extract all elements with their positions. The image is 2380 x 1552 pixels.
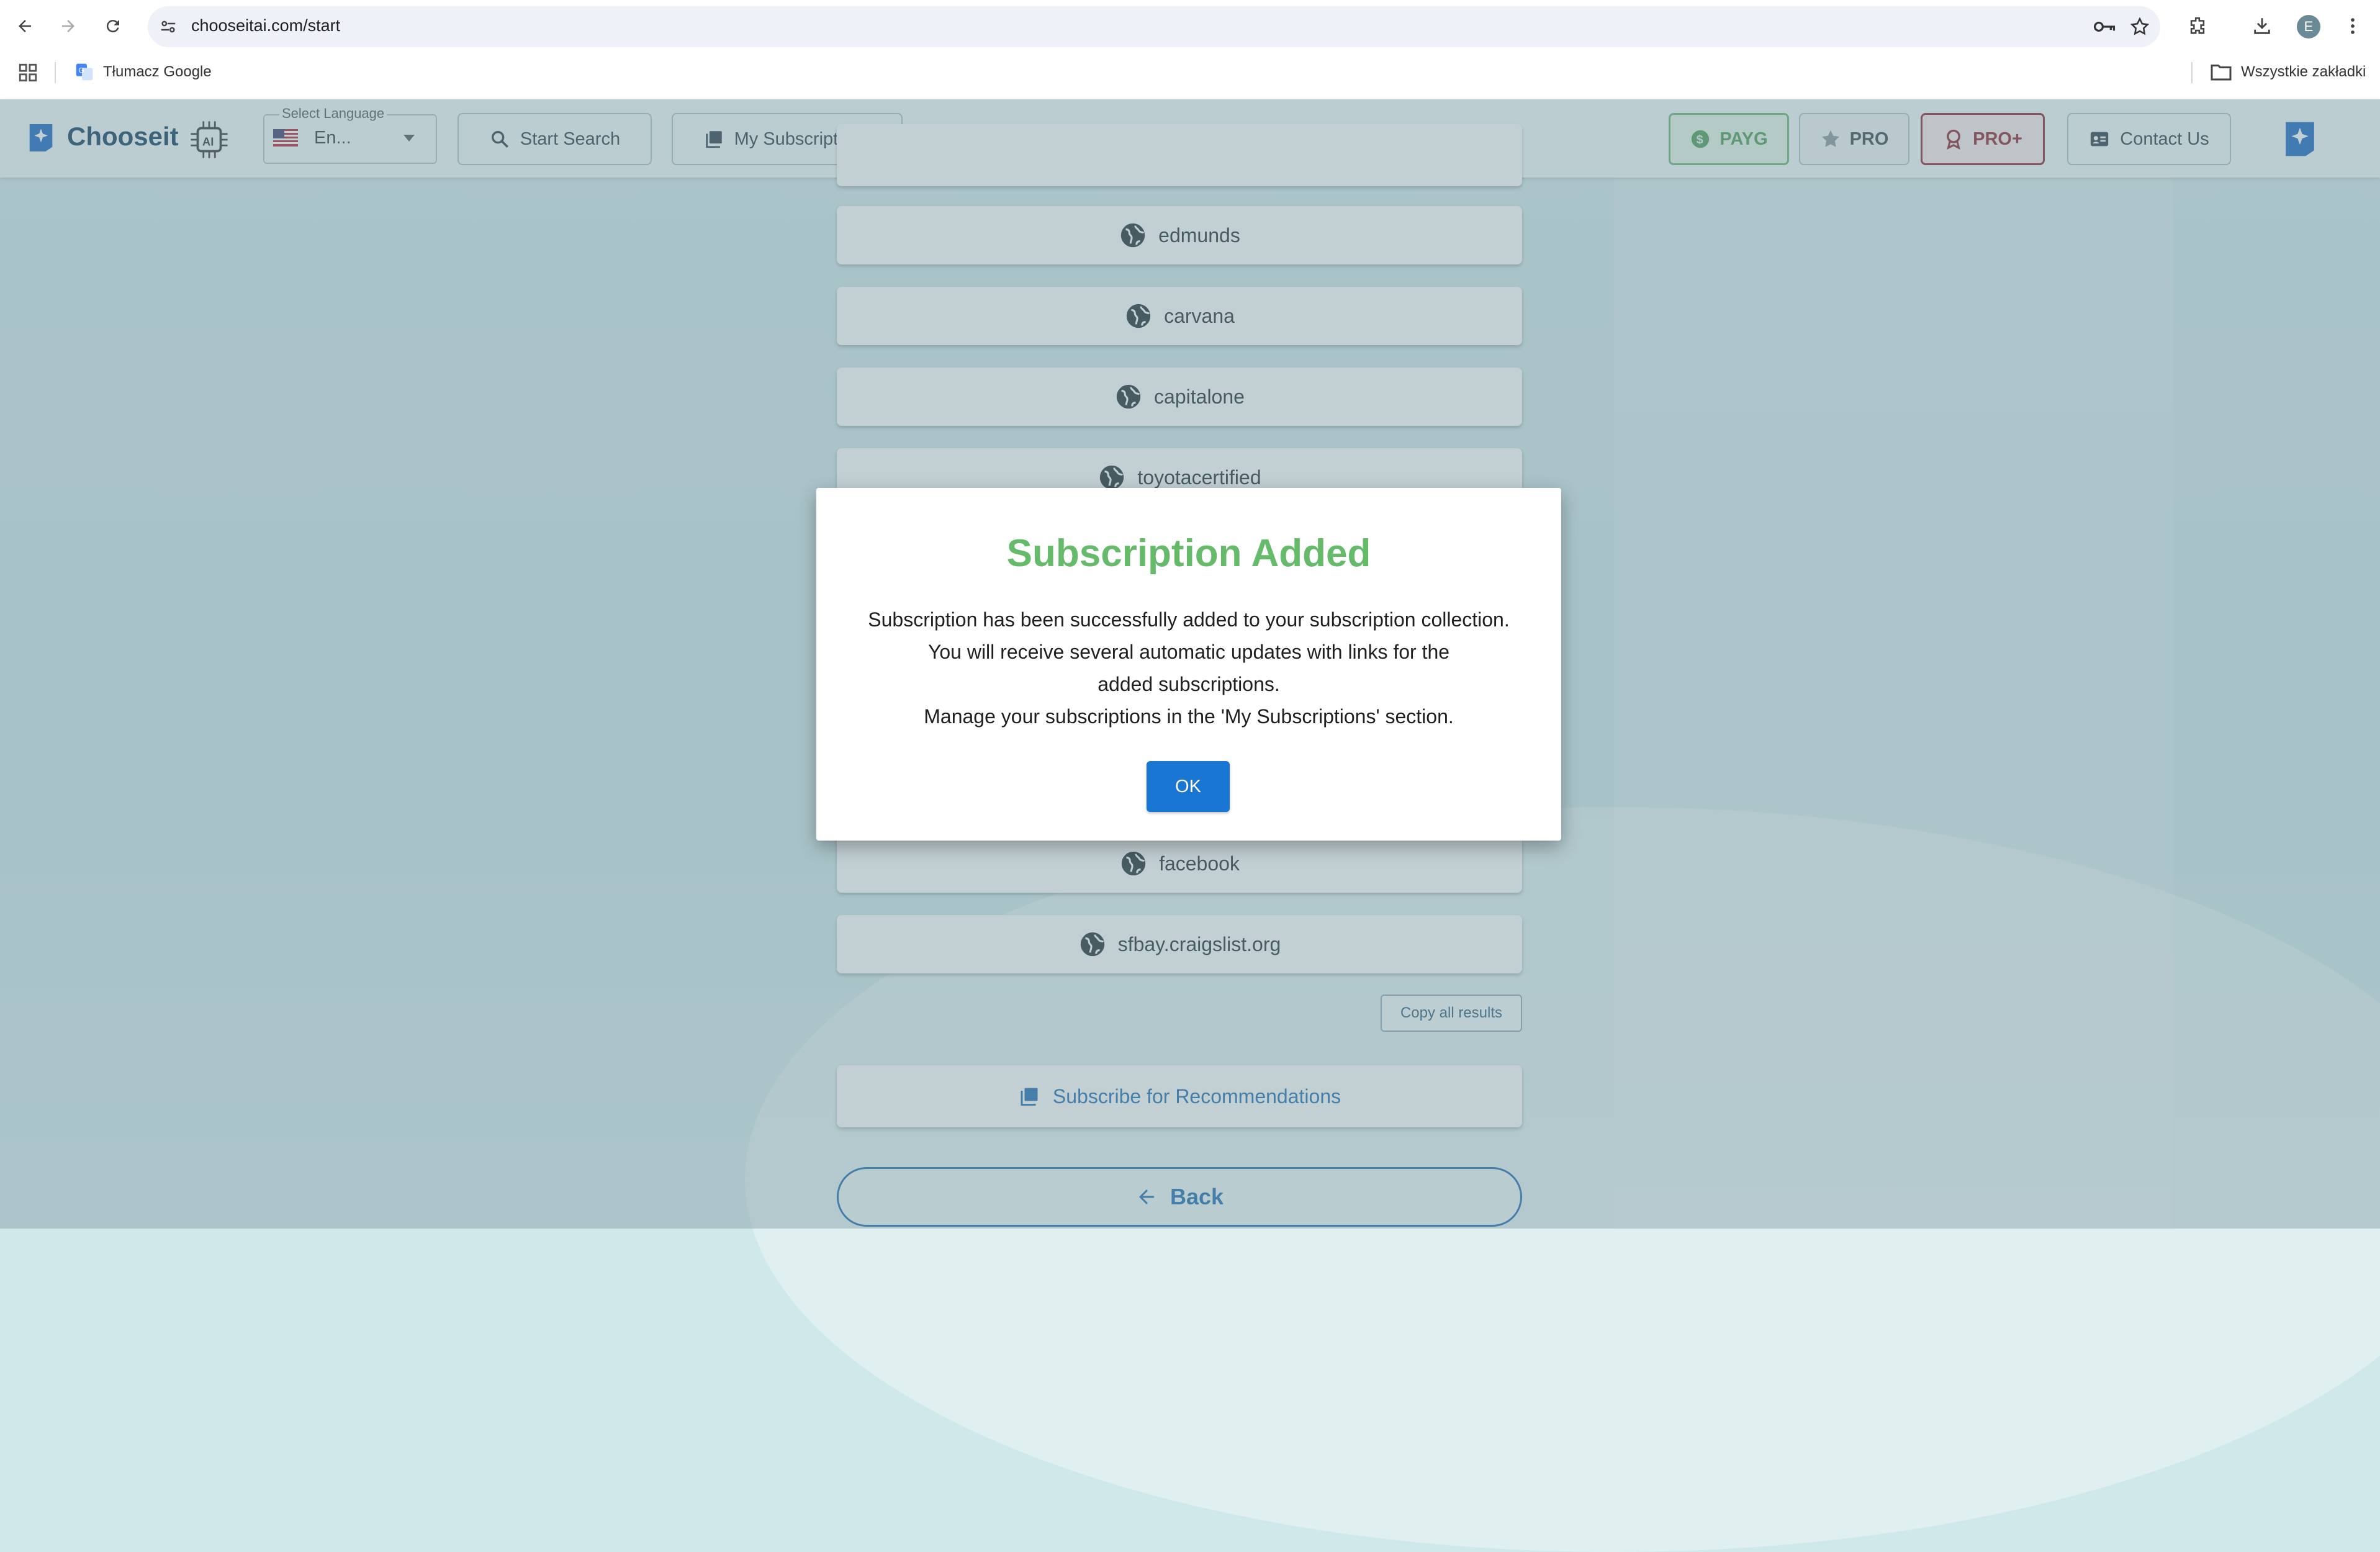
dialog-title: Subscription Added xyxy=(1006,532,1371,575)
password-key-icon[interactable] xyxy=(2093,17,2116,36)
dialog-message-line: Subscription has been successfully added… xyxy=(868,608,1510,631)
google-translate-bookmark[interactable]: Tłumacz Google xyxy=(103,63,212,81)
ok-button[interactable]: OK xyxy=(1147,761,1230,812)
all-bookmarks-link[interactable]: Wszystkie zakładki xyxy=(2241,63,2366,81)
browser-menu-icon[interactable] xyxy=(2340,12,2365,40)
forward-nav-icon[interactable] xyxy=(55,12,82,40)
url-text[interactable]: chooseitai.com/start xyxy=(191,16,340,35)
google-translate-icon[interactable]: G xyxy=(74,62,94,82)
bookmarks-bar xyxy=(0,53,2380,99)
reload-icon[interactable] xyxy=(99,12,127,40)
subscription-added-dialog: Subscription Added Subscription has been… xyxy=(816,488,1561,841)
bookmarks-divider-right xyxy=(2191,62,2193,83)
back-nav-icon[interactable] xyxy=(11,12,38,40)
extensions-icon[interactable] xyxy=(2185,12,2210,40)
bookmarks-divider xyxy=(55,62,56,83)
address-bar[interactable]: chooseitai.com/start xyxy=(148,6,2160,47)
site-info-icon[interactable] xyxy=(159,17,178,36)
folder-icon[interactable] xyxy=(2210,62,2232,82)
profile-avatar[interactable]: E xyxy=(2297,15,2320,38)
dialog-message: Subscription has been successfully added… xyxy=(841,603,1536,733)
downloads-icon[interactable] xyxy=(2250,12,2274,40)
svg-text:G: G xyxy=(79,66,84,74)
apps-grid-icon[interactable] xyxy=(17,62,38,83)
dialog-message-line: You will receive several automatic updat… xyxy=(927,641,1450,695)
dialog-message-line: Manage your subscriptions in the 'My Sub… xyxy=(924,705,1454,728)
bookmark-star-icon[interactable] xyxy=(2129,16,2150,37)
